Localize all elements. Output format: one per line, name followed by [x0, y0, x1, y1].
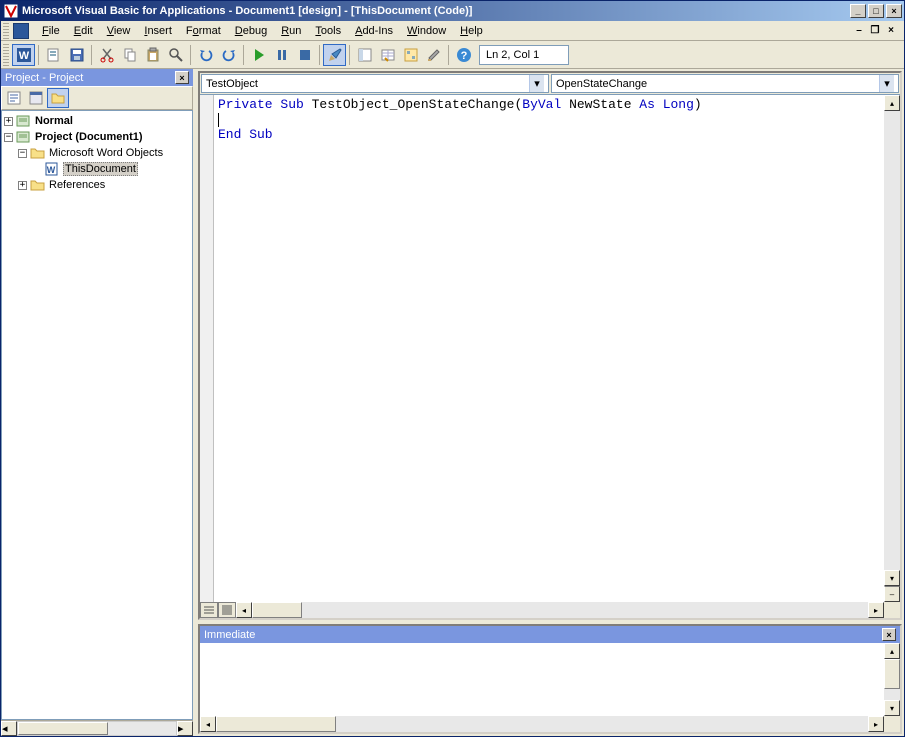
project-panel-close[interactable]: × — [175, 71, 189, 84]
menubar-grip[interactable] — [3, 23, 9, 39]
code-vscroll[interactable]: ▴▾ – — [884, 95, 900, 602]
word-doc-icon: W — [44, 162, 60, 176]
paste-button[interactable] — [141, 44, 164, 66]
tree-node-mwo[interactable]: − Microsoft Word Objects — [4, 145, 190, 161]
menu-format[interactable]: Format — [179, 23, 228, 39]
project-panel: Project - Project × + Normal − Project (… — [1, 69, 196, 736]
project-tree[interactable]: + Normal − Project (Document1) − Microso… — [1, 110, 193, 720]
find-button[interactable] — [164, 44, 187, 66]
immediate-input[interactable] — [200, 643, 884, 716]
project-explorer-button[interactable] — [353, 44, 376, 66]
svg-text:?: ? — [460, 50, 467, 62]
word-doc-icon[interactable] — [13, 23, 29, 39]
maximize-button[interactable]: □ — [868, 4, 884, 18]
tree-node-normal[interactable]: + Normal — [4, 113, 190, 129]
menu-view[interactable]: View — [100, 23, 138, 39]
project-panel-title[interactable]: Project - Project × — [1, 69, 193, 86]
break-button[interactable] — [270, 44, 293, 66]
collapse-icon[interactable]: − — [4, 133, 13, 142]
app-icon — [3, 3, 19, 19]
window-titlebar: Microsoft Visual Basic for Applications … — [1, 1, 904, 21]
window-title: Microsoft Visual Basic for Applications … — [22, 5, 472, 17]
code-margin[interactable] — [200, 95, 214, 602]
immediate-panel: Immediate × ▴▾ ◂▸ — [198, 624, 902, 734]
code-hscroll[interactable]: ◂▸ — [236, 602, 884, 618]
cut-button[interactable] — [95, 44, 118, 66]
project-toolbar — [1, 86, 193, 110]
project-hscroll[interactable]: ◂▸ — [1, 720, 193, 736]
svg-text:W: W — [47, 165, 56, 175]
help-button[interactable]: ? — [452, 44, 475, 66]
procedure-view-button[interactable] — [200, 602, 218, 618]
copy-button[interactable] — [118, 44, 141, 66]
menu-tools[interactable]: Tools — [308, 23, 348, 39]
redo-button[interactable] — [217, 44, 240, 66]
expand-icon[interactable]: + — [4, 117, 13, 126]
immediate-vscroll[interactable]: ▴▾ — [884, 643, 900, 716]
view-word-button[interactable]: W — [12, 44, 35, 66]
design-mode-button[interactable] — [323, 44, 346, 66]
toolbox-button[interactable] — [422, 44, 445, 66]
toolbar-grip[interactable] — [3, 44, 9, 66]
mdi-restore-button[interactable]: ❐ — [868, 25, 882, 37]
collapse-icon[interactable]: − — [18, 149, 27, 158]
save-button[interactable] — [65, 44, 88, 66]
code-editor[interactable]: Private Sub TestObject_OpenStateChange(B… — [214, 95, 884, 602]
immediate-title[interactable]: Immediate × — [200, 626, 900, 643]
menu-addins[interactable]: Add-Ins — [348, 23, 400, 39]
menu-debug[interactable]: Debug — [228, 23, 274, 39]
object-browser-button[interactable] — [399, 44, 422, 66]
menu-window[interactable]: Window — [400, 23, 453, 39]
object-combo[interactable]: TestObject ▾ — [201, 74, 549, 93]
view-object-button[interactable] — [25, 88, 47, 108]
procedure-combo[interactable]: OpenStateChange ▾ — [551, 74, 899, 93]
tree-node-references[interactable]: + References — [4, 177, 190, 193]
project-icon — [16, 130, 32, 144]
toolbar: W ? Ln 2, Col 1 — [1, 41, 904, 69]
cursor-position: Ln 2, Col 1 — [479, 45, 569, 65]
mdi-close-button[interactable]: × — [884, 25, 898, 37]
project-icon — [16, 114, 32, 128]
folder-icon — [30, 178, 46, 192]
insert-module-button[interactable] — [42, 44, 65, 66]
run-button[interactable] — [247, 44, 270, 66]
chevron-down-icon[interactable]: ▾ — [529, 75, 544, 92]
menu-file[interactable]: File — [35, 23, 67, 39]
svg-text:W: W — [18, 50, 29, 62]
code-window: TestObject ▾ OpenStateChange ▾ Private S… — [198, 71, 902, 620]
immediate-close[interactable]: × — [882, 628, 896, 641]
immediate-hscroll[interactable]: ◂▸ — [200, 716, 884, 732]
reset-button[interactable] — [293, 44, 316, 66]
view-code-button[interactable] — [3, 88, 25, 108]
menu-run[interactable]: Run — [274, 23, 308, 39]
minimize-button[interactable]: _ — [850, 4, 866, 18]
full-module-view-button[interactable] — [218, 602, 236, 618]
undo-button[interactable] — [194, 44, 217, 66]
menu-insert[interactable]: Insert — [137, 23, 179, 39]
tree-node-project[interactable]: − Project (Document1) — [4, 129, 190, 145]
folder-icon — [30, 146, 46, 160]
close-button[interactable]: × — [886, 4, 902, 18]
menu-edit[interactable]: Edit — [67, 23, 100, 39]
mdi-minimize-button[interactable]: – — [852, 25, 866, 37]
chevron-down-icon[interactable]: ▾ — [879, 75, 894, 92]
expand-icon[interactable]: + — [18, 181, 27, 190]
menu-help[interactable]: Help — [453, 23, 490, 39]
properties-button[interactable] — [376, 44, 399, 66]
menubar: File Edit View Insert Format Debug Run T… — [1, 21, 904, 41]
toggle-folders-button[interactable] — [47, 88, 69, 108]
tree-node-thisdocument[interactable]: W ThisDocument — [4, 161, 190, 177]
